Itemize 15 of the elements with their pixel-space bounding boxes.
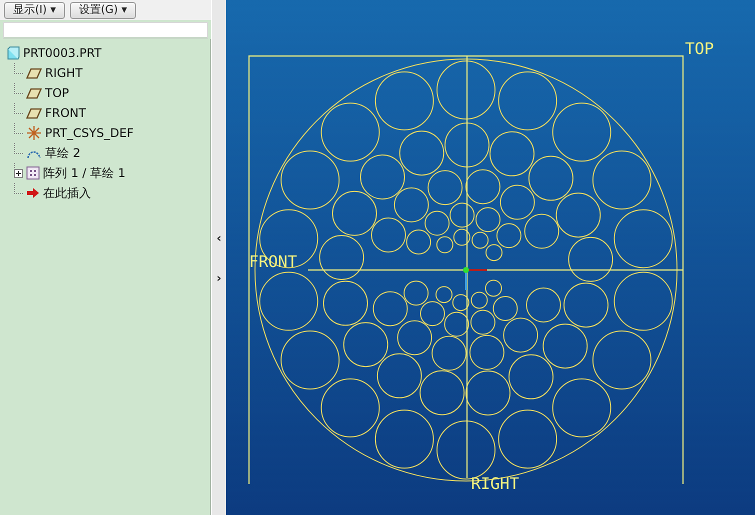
dropdown-button[interactable]: 设置(G) ▾ bbox=[70, 2, 136, 18]
tree-item[interactable]: TOP bbox=[45, 86, 70, 100]
tree-item[interactable]: PRT0003.PRT bbox=[23, 46, 102, 60]
expand-arrow-icon[interactable]: › bbox=[216, 272, 222, 284]
tree-item[interactable]: PRT_CSYS_DEF bbox=[45, 126, 134, 140]
tree-item[interactable]: FRONT bbox=[45, 106, 86, 120]
tree-item[interactable]: 在此插入 bbox=[43, 184, 91, 202]
splitter[interactable]: ‹ › bbox=[211, 0, 226, 515]
tree-item[interactable]: 阵列 1 / 草绘 1 bbox=[43, 164, 126, 182]
dropdown-button[interactable]: 显示(I) ▾ bbox=[4, 2, 65, 18]
tree-item[interactable]: 草绘 2 bbox=[45, 144, 80, 162]
tree-item[interactable]: RIGHT bbox=[45, 66, 83, 80]
collapse-arrow-icon[interactable]: ‹ bbox=[216, 232, 222, 244]
datum-label: TOP bbox=[685, 39, 714, 58]
datum-label: RIGHT bbox=[471, 474, 520, 493]
